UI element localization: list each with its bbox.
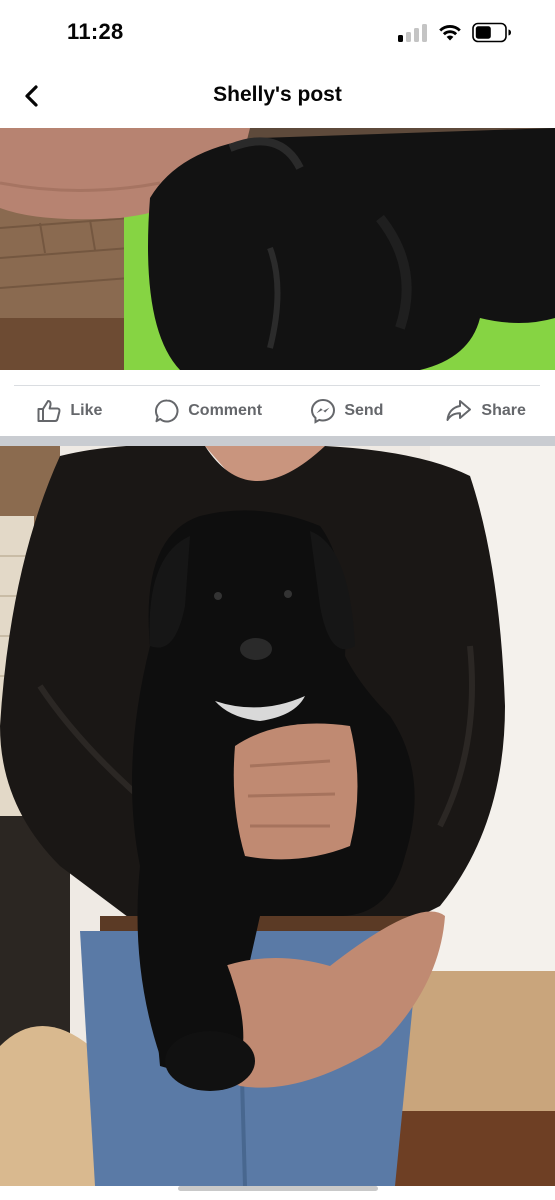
battery-icon [472, 22, 511, 43]
post-photo[interactable] [0, 128, 555, 370]
like-button[interactable]: Like [0, 386, 139, 436]
wifi-icon [439, 24, 461, 41]
status-time: 11:28 [67, 19, 124, 44]
post-action-bar: Like Comment Send Share [0, 386, 555, 436]
share-label: Share [481, 402, 526, 419]
cellular-signal-icon [398, 24, 430, 42]
section-separator [0, 436, 555, 446]
page-title: Shelly's post [213, 83, 342, 106]
status-bar: 11:28 [0, 0, 555, 64]
photo-man-holding-puppy [0, 446, 555, 1186]
send-label: Send [344, 402, 384, 419]
nav-bar: Shelly's post [0, 64, 555, 128]
comment-button[interactable]: Comment [139, 386, 278, 436]
comment-label: Comment [188, 402, 263, 419]
share-button[interactable]: Share [416, 386, 555, 436]
send-button[interactable]: Send [278, 386, 417, 436]
share-arrow-icon [446, 400, 472, 421]
like-label: Like [70, 402, 103, 419]
thumbs-up-icon [37, 400, 61, 422]
photo-puppy-cropped [0, 128, 555, 370]
comment-bubble-icon [155, 399, 179, 423]
messenger-icon [311, 398, 336, 424]
home-indicator [178, 1186, 378, 1191]
post-photo[interactable] [0, 446, 555, 1186]
